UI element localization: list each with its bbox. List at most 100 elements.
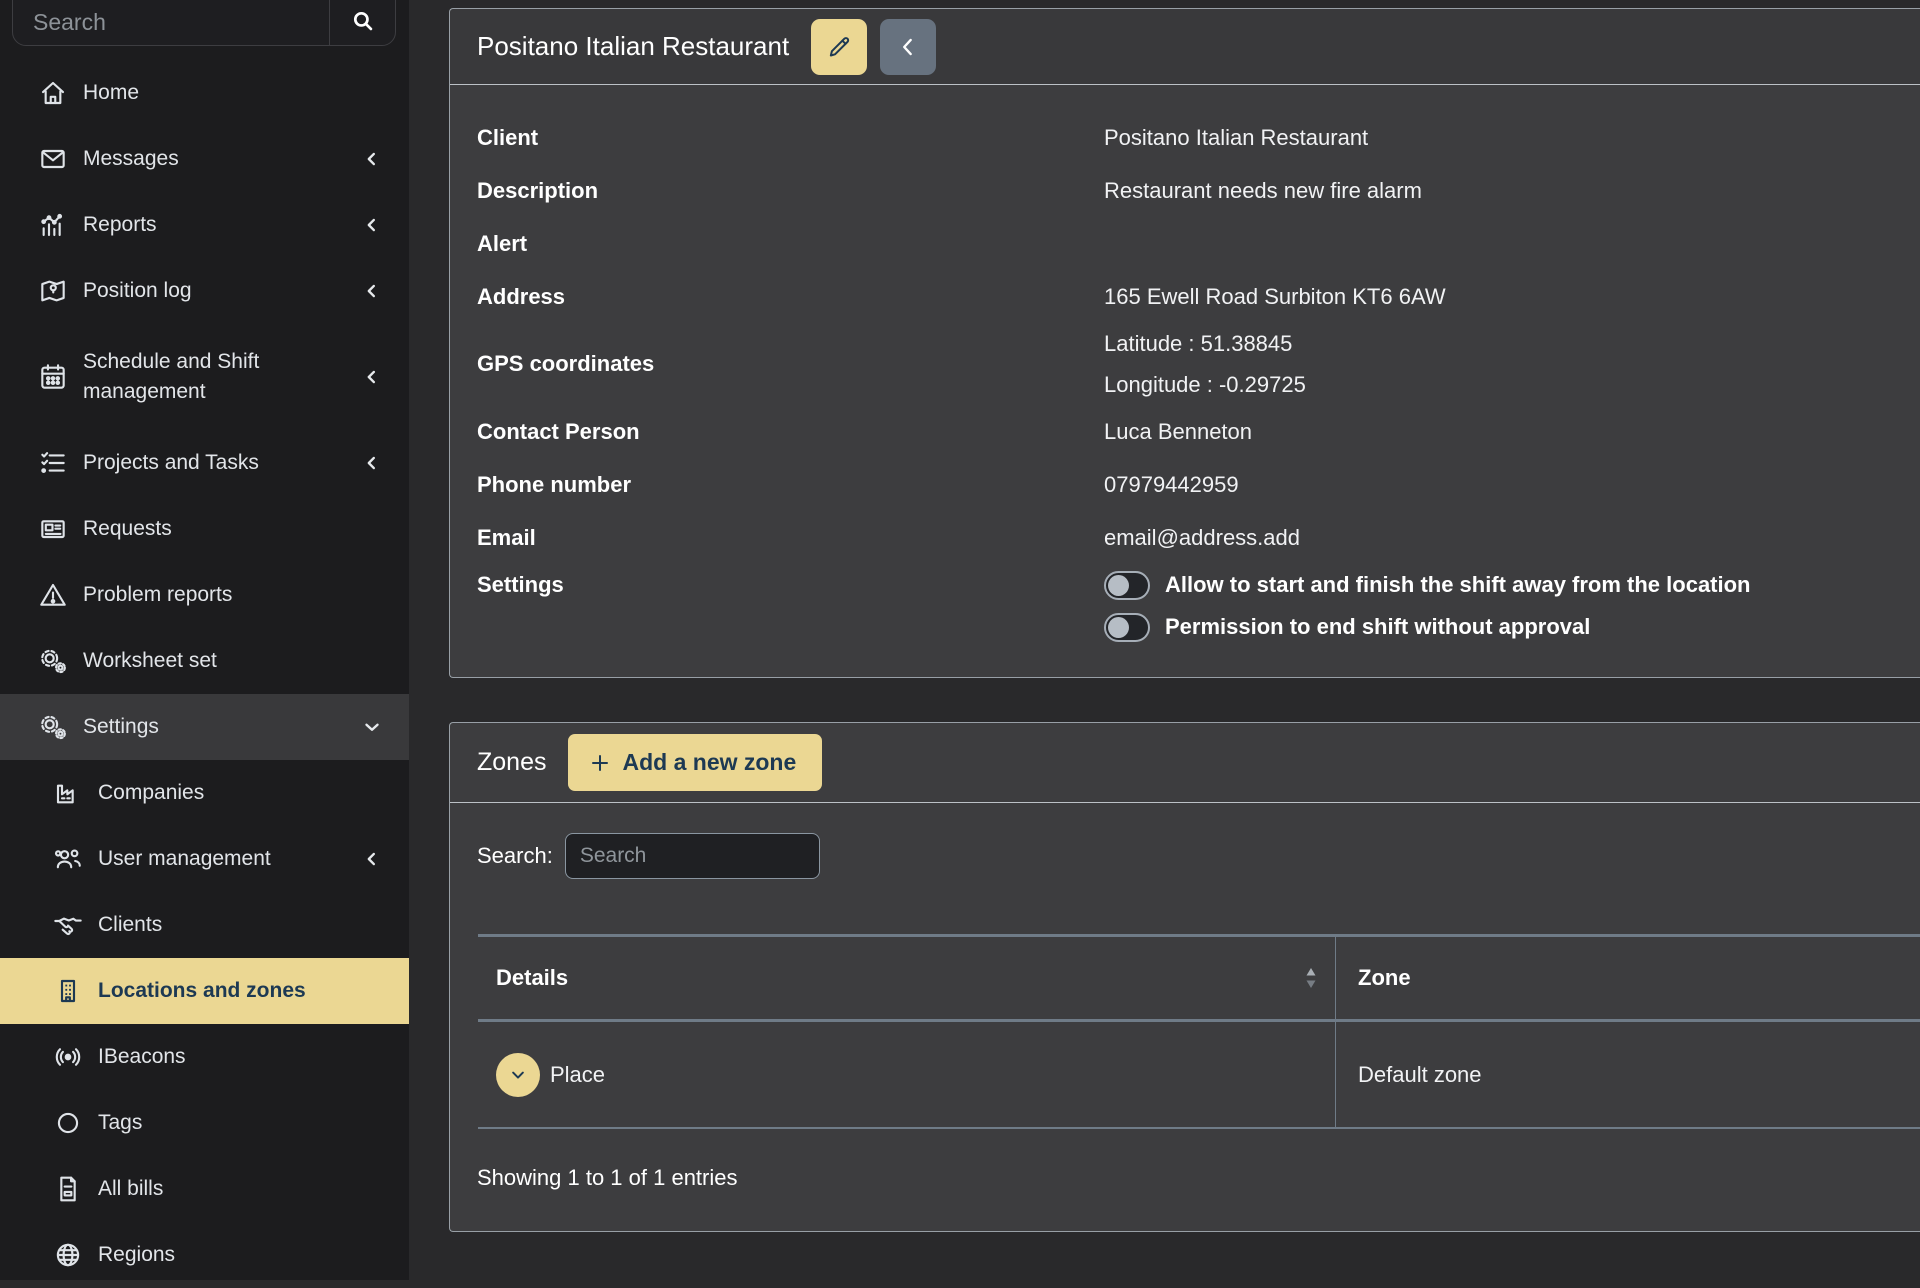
table-row: Place Default zone bbox=[478, 1022, 1920, 1127]
sidebar-item-reports[interactable]: Reports bbox=[0, 192, 409, 258]
sidebar-item-ibeacons[interactable]: IBeacons bbox=[0, 1024, 409, 1090]
field-label: Phone number bbox=[477, 472, 1104, 498]
sidebar-item-label: Home bbox=[83, 78, 383, 108]
sidebar-item-label: Companies bbox=[98, 778, 383, 808]
chevron-left-icon bbox=[361, 214, 383, 236]
field-label: Email bbox=[477, 525, 1104, 551]
checklist-icon bbox=[37, 447, 69, 479]
sidebar-item-problem-reports[interactable]: Problem reports bbox=[0, 562, 409, 628]
field-phone: Phone number 07979442959 bbox=[477, 458, 1920, 511]
zone-cell-text: Default zone bbox=[1358, 1062, 1482, 1088]
field-settings: Settings Allow to start and finish the s… bbox=[477, 564, 1920, 648]
edit-button[interactable] bbox=[811, 19, 867, 75]
chevron-left-icon bbox=[361, 366, 383, 388]
add-zone-label: Add a new zone bbox=[622, 749, 796, 776]
field-address: Address 165 Ewell Road Surbiton KT6 6AW bbox=[477, 270, 1920, 323]
sidebar-item-projects-tasks[interactable]: Projects and Tasks bbox=[0, 430, 409, 496]
sidebar-item-label: User management bbox=[98, 844, 361, 874]
add-zone-button[interactable]: Add a new zone bbox=[568, 734, 822, 791]
field-label: Settings bbox=[477, 564, 1104, 606]
column-header-zone[interactable]: Zone bbox=[1336, 937, 1920, 1019]
sidebar-menu: Home Messages Reports Position log bbox=[0, 60, 409, 1288]
field-label: Alert bbox=[477, 231, 1104, 257]
field-value: Luca Benneton bbox=[1104, 419, 1252, 445]
beacon-icon bbox=[52, 1041, 84, 1073]
chevron-left-icon bbox=[361, 280, 383, 302]
field-value: 165 Ewell Road Surbiton KT6 6AW bbox=[1104, 284, 1446, 310]
toggle-label: Permission to end shift without approval bbox=[1165, 614, 1590, 640]
zones-search-input[interactable] bbox=[565, 833, 820, 879]
search-icon bbox=[350, 8, 376, 34]
gears-icon bbox=[37, 711, 69, 743]
sidebar-item-messages[interactable]: Messages bbox=[0, 126, 409, 192]
table-entries-status: Showing 1 to 1 of 1 entries bbox=[477, 1165, 1920, 1191]
settings-toggles: Allow to start and finish the shift away… bbox=[1104, 564, 1751, 648]
field-label: Contact Person bbox=[477, 419, 1104, 445]
detail-fields: Client Positano Italian Restaurant Descr… bbox=[450, 85, 1920, 648]
sidebar-item-label: Reports bbox=[83, 210, 361, 240]
sidebar-item-clients[interactable]: Clients bbox=[0, 892, 409, 958]
gps-latitude: Latitude : 51.38845 bbox=[1104, 323, 1306, 364]
field-email: Email email@address.add bbox=[477, 511, 1920, 564]
chevron-left-icon bbox=[361, 848, 383, 870]
zones-table-header: Details Zone bbox=[478, 937, 1920, 1022]
sidebar-item-user-management[interactable]: User management bbox=[0, 826, 409, 892]
warning-triangle-icon bbox=[37, 579, 69, 611]
sidebar-item-tags[interactable]: Tags bbox=[0, 1090, 409, 1156]
users-icon bbox=[52, 843, 84, 875]
zones-search-label: Search: bbox=[477, 843, 553, 869]
sidebar-search bbox=[12, 0, 396, 46]
field-label: Client bbox=[477, 125, 1104, 151]
field-value: Latitude : 51.38845 Longitude : -0.29725 bbox=[1104, 323, 1306, 405]
search-button[interactable] bbox=[329, 0, 395, 45]
sidebar-item-label: Settings bbox=[83, 712, 361, 742]
sidebar-item-label: Schedule and Shift management bbox=[83, 347, 361, 408]
handshake-icon bbox=[52, 909, 84, 941]
toggle-end-shift[interactable] bbox=[1104, 613, 1150, 642]
sidebar-item-label: All bills bbox=[98, 1174, 383, 1204]
column-header-details[interactable]: Details bbox=[478, 937, 1336, 1019]
circle-icon bbox=[52, 1107, 84, 1139]
sidebar-item-label: Projects and Tasks bbox=[83, 448, 361, 478]
details-cell-text: Place bbox=[550, 1062, 605, 1088]
zones-title: Zones bbox=[477, 748, 546, 777]
field-description: Description Restaurant needs new fire al… bbox=[477, 164, 1920, 217]
newspaper-icon bbox=[37, 513, 69, 545]
map-pin-icon bbox=[37, 275, 69, 307]
toggle-row-end-shift: Permission to end shift without approval bbox=[1104, 606, 1751, 648]
sidebar: Home Messages Reports Position log bbox=[0, 0, 409, 1280]
back-button[interactable] bbox=[880, 19, 936, 75]
toggle-row-shift-away: Allow to start and finish the shift away… bbox=[1104, 564, 1751, 606]
field-contact-person: Contact Person Luca Benneton bbox=[477, 405, 1920, 458]
toggle-shift-away[interactable] bbox=[1104, 571, 1150, 600]
sidebar-item-label: Requests bbox=[83, 514, 383, 544]
sidebar-item-all-bills[interactable]: All bills bbox=[0, 1156, 409, 1222]
sidebar-item-position-log[interactable]: Position log bbox=[0, 258, 409, 324]
sidebar-item-home[interactable]: Home bbox=[0, 60, 409, 126]
sidebar-item-label: Clients bbox=[98, 910, 383, 940]
sidebar-item-worksheet-set[interactable]: Worksheet set bbox=[0, 628, 409, 694]
zones-search-row: Search: bbox=[477, 833, 1920, 879]
globe-icon bbox=[52, 1239, 84, 1271]
toggle-knob bbox=[1108, 617, 1129, 638]
sidebar-item-regions[interactable]: Regions bbox=[0, 1222, 409, 1288]
sidebar-item-locations-and-zones[interactable]: Locations and zones bbox=[0, 958, 409, 1024]
sidebar-item-settings[interactable]: Settings bbox=[0, 694, 409, 760]
zones-header: Zones Add a new zone bbox=[450, 723, 1920, 803]
field-gps: GPS coordinates Latitude : 51.38845 Long… bbox=[477, 323, 1920, 405]
zones-table: Details Zone bbox=[478, 934, 1920, 1129]
gps-longitude: Longitude : -0.29725 bbox=[1104, 364, 1306, 405]
chevron-down-icon bbox=[361, 716, 383, 738]
field-value: Positano Italian Restaurant bbox=[1104, 125, 1368, 151]
field-label: Address bbox=[477, 284, 1104, 310]
zones-panel: Zones Add a new zone Search: Details bbox=[449, 722, 1920, 1232]
sidebar-item-label: Position log bbox=[83, 276, 361, 306]
sidebar-item-requests[interactable]: Requests bbox=[0, 496, 409, 562]
field-client: Client Positano Italian Restaurant bbox=[477, 111, 1920, 164]
sidebar-item-schedule[interactable]: Schedule and Shift management bbox=[0, 324, 409, 430]
sidebar-item-companies[interactable]: Companies bbox=[0, 760, 409, 826]
client-detail-panel: Positano Italian Restaurant Client Posit… bbox=[449, 8, 1920, 678]
field-value: email@address.add bbox=[1104, 525, 1300, 551]
sidebar-search-input[interactable] bbox=[13, 0, 329, 45]
expand-row-button[interactable] bbox=[496, 1053, 540, 1097]
